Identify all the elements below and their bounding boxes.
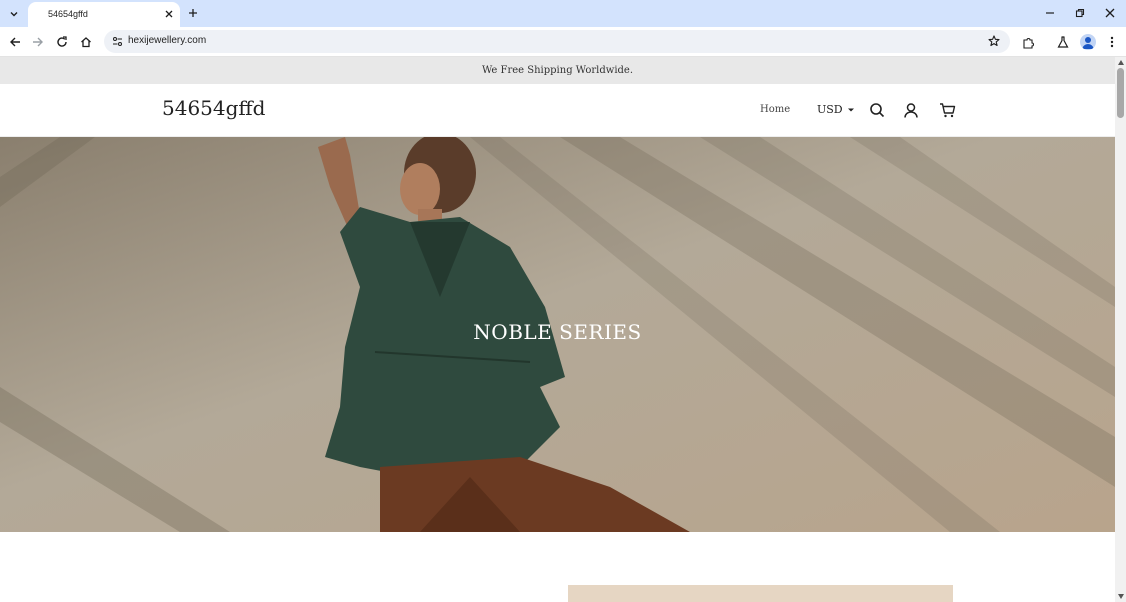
product-image-preview[interactable]: [568, 585, 953, 602]
profile-avatar-icon[interactable]: [1080, 34, 1096, 50]
labs-flask-icon[interactable]: [1053, 32, 1073, 52]
nav-home-link[interactable]: Home: [760, 104, 790, 115]
extensions-puzzle-icon[interactable]: [1018, 32, 1038, 52]
tab-close-icon[interactable]: [162, 7, 176, 21]
currency-label: USD: [817, 103, 843, 116]
tab-strip: 54654gffd: [0, 0, 1126, 27]
tab-title: 54654gffd: [48, 9, 88, 19]
site-info-icon[interactable]: [110, 34, 124, 48]
hero-banner[interactable]: NOBLE SERIES: [0, 137, 1115, 532]
scroll-thumb[interactable]: [1117, 68, 1124, 118]
cart-icon[interactable]: [937, 100, 957, 120]
site-logo[interactable]: 54654gffd: [162, 96, 265, 120]
more-menu-icon[interactable]: [1102, 32, 1122, 52]
scroll-up-arrow-icon[interactable]: [1117, 59, 1124, 66]
home-icon[interactable]: [76, 32, 96, 52]
browser-tab[interactable]: 54654gffd: [28, 2, 180, 27]
bookmark-star-icon[interactable]: [986, 33, 1002, 49]
back-arrow-icon[interactable]: [5, 32, 25, 52]
search-icon[interactable]: [867, 100, 887, 120]
account-icon[interactable]: [901, 100, 921, 120]
announcement-bar: We Free Shipping Worldwide.: [0, 57, 1115, 84]
restore-icon[interactable]: [1070, 4, 1090, 22]
site-header: 54654gffd Home USD: [0, 84, 1115, 137]
caret-down-icon: [847, 108, 854, 111]
close-window-icon[interactable]: [1100, 4, 1120, 22]
minimize-icon[interactable]: [1040, 4, 1060, 22]
browser-toolbar: hexijewellery.com: [0, 27, 1126, 57]
reload-icon[interactable]: [52, 32, 72, 52]
forward-arrow-icon[interactable]: [28, 32, 48, 52]
address-bar[interactable]: hexijewellery.com: [104, 30, 1010, 53]
tab-search-chevron-icon[interactable]: [4, 4, 24, 24]
hero-title: NOBLE SERIES: [473, 320, 642, 344]
scroll-down-arrow-icon[interactable]: [1117, 593, 1124, 600]
currency-selector[interactable]: USD: [817, 103, 855, 116]
new-tab-plus-icon[interactable]: [185, 5, 201, 21]
url-text[interactable]: hexijewellery.com: [128, 35, 206, 46]
page-viewport: We Free Shipping Worldwide. 54654gffd Ho…: [0, 57, 1115, 602]
announcement-text: We Free Shipping Worldwide.: [481, 65, 634, 76]
page-scrollbar[interactable]: [1115, 57, 1126, 602]
